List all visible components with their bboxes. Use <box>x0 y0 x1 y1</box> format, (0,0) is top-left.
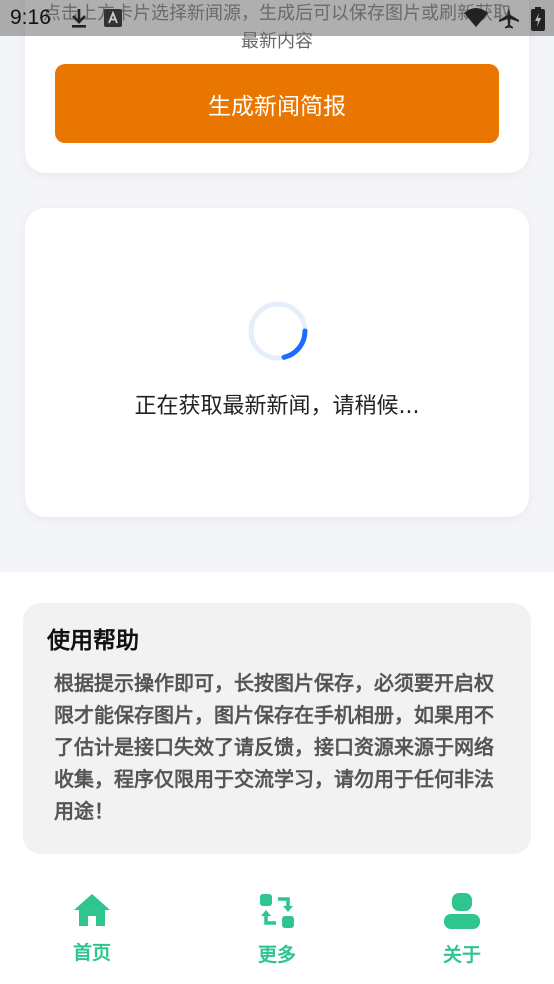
loading-text: 正在获取最新新闻，请稍候... <box>134 394 420 419</box>
home-icon <box>74 894 110 926</box>
nav-about[interactable]: 关于 <box>402 892 522 967</box>
loading-card: 正在获取最新新闻，请稍候... <box>25 208 529 517</box>
download-icon <box>72 9 86 28</box>
status-time: 9:16 <box>10 6 51 29</box>
generate-news-button[interactable]: 生成新闻简报 <box>55 64 499 143</box>
refresh-arrows-icon <box>260 894 294 928</box>
airplane-icon <box>499 8 519 29</box>
loading-spinner-icon <box>248 301 308 361</box>
help-card: 使用帮助 根据提示操作即可，长按图片保存，必须要开启权限才能保存图片，图片保存在… <box>23 603 531 854</box>
user-icon <box>444 893 480 929</box>
font-a-icon <box>104 9 122 27</box>
nav-home[interactable]: 首页 <box>32 892 152 965</box>
nav-about-label: 关于 <box>442 944 481 966</box>
nav-home-label: 首页 <box>72 942 111 964</box>
status-bar: 9:16 <box>0 0 554 36</box>
wifi-icon <box>464 8 488 27</box>
battery-icon <box>531 7 545 31</box>
nav-more-label: 更多 <box>257 944 296 966</box>
help-title: 使用帮助 <box>47 628 139 654</box>
nav-more[interactable]: 更多 <box>217 892 337 967</box>
help-body: 根据提示操作即可，长按图片保存，必须要开启权限才能保存图片，图片保存在手机相册，… <box>54 671 494 823</box>
